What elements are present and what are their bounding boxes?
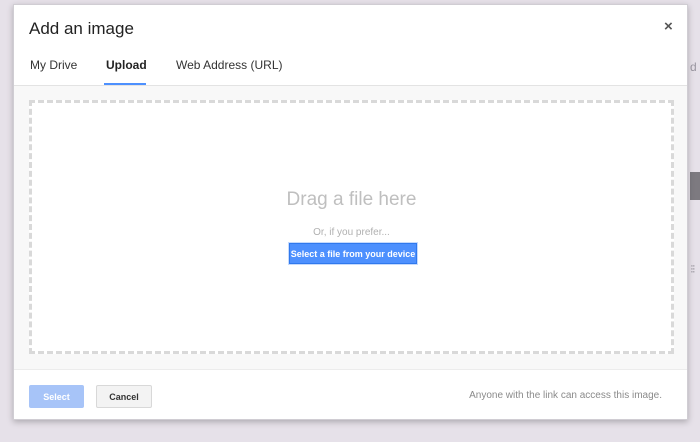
drop-zone-subtext: Or, if you prefer... (313, 227, 390, 238)
background-scrollbar (690, 172, 700, 200)
tab-my-drive[interactable]: My Drive (30, 58, 77, 82)
footer-divider (14, 369, 687, 370)
tab-web-address[interactable]: Web Address (URL) (176, 58, 282, 82)
select-button[interactable]: Select (29, 385, 84, 408)
background-text-fragment: d (690, 60, 697, 74)
cancel-button[interactable]: Cancel (96, 385, 152, 408)
tab-upload[interactable]: Upload (106, 58, 147, 82)
add-image-dialog: Add an image × My Drive Upload Web Addre… (13, 4, 688, 420)
drop-zone-heading: Drag a file here (286, 189, 417, 210)
sharing-note: Anyone with the link can access this ima… (469, 390, 662, 401)
select-file-button[interactable]: Select a file from your device (289, 243, 417, 264)
background-grip-icon: ⁝⁝ (690, 262, 695, 276)
close-icon[interactable]: × (664, 18, 673, 35)
file-drop-zone[interactable]: Drag a file here Or, if you prefer... Se… (29, 100, 674, 354)
dialog-title: Add an image (29, 19, 134, 38)
